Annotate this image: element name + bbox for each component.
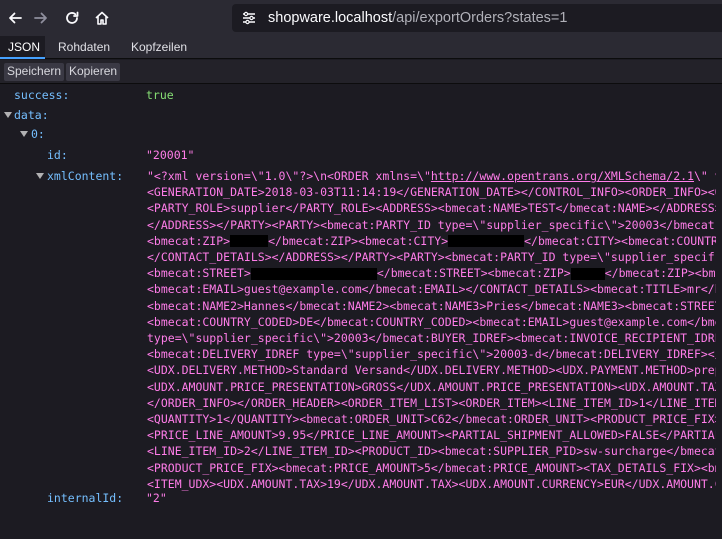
redacted-block: [230, 235, 269, 248]
xml-text: </CONTACT_DETAILS></ADDRESS></PARTY><PAR…: [147, 250, 715, 264]
copy-button[interactable]: Kopieren: [66, 63, 121, 81]
xml-line: <UDX.DELIVERY.METHOD>Standard Versand</U…: [147, 362, 722, 378]
tab-json[interactable]: JSON: [0, 36, 45, 59]
xml-line: </ADDRESS></PARTY><PARTY><bmecat:PARTY_I…: [147, 217, 715, 233]
xml-text: <bmecat:COUNTRY_CODED>DE</bmecat:COUNTRY…: [147, 314, 722, 329]
url-host: shopware.localhost: [268, 10, 393, 26]
json-value-string: "2": [146, 491, 167, 505]
json-key: success:: [14, 88, 70, 102]
xml-text: <bmecat:STREET>: [147, 266, 251, 281]
site-info-icon[interactable]: [241, 10, 257, 26]
xml-line: </CONTACT_DETAILS></ADDRESS></PARTY><PAR…: [147, 249, 715, 265]
xml-line: "<?xml version=\"1.0\"?>\n<ORDER xmlns=\…: [147, 168, 722, 184]
xml-text: <ITEM_UDX><UDX.AMOUNT.TAX>19</UDX.AMOUNT…: [147, 476, 722, 491]
save-button[interactable]: Speichern: [4, 63, 65, 81]
xml-text: <bmecat:EMAIL>guest@example.com</bmecat:…: [147, 282, 722, 297]
xml-text: <PRODUCT_PRICE_FIX><bmecat:PRICE_AMOUNT>…: [147, 460, 722, 475]
xml-text: </bmecat:STREET><bmecat:ZIP>: [376, 266, 571, 281]
xml-text: </bmecat:ZIP><bmecat:CITY>: [268, 233, 449, 248]
xml-line: <PRICE_LINE_AMOUNT>9.95</PRICE_LINE_AMOU…: [147, 427, 722, 443]
json-key: id:: [47, 148, 68, 162]
xml-text: <UDX.DELIVERY.METHOD>Standard Versand</U…: [147, 363, 722, 378]
xml-text: <GENERATION_DATE>2018-03-03T11:14:19</GE…: [147, 185, 722, 200]
tab-raw-data[interactable]: Rohdaten: [50, 36, 118, 59]
redacted-block: [448, 235, 525, 248]
xml-text: <LINE_ITEM_ID>2</LINE_ITEM_ID><PRODUCT_I…: [147, 444, 722, 459]
xml-line: </ORDER_INFO></ORDER_HEADER><ORDER_ITEM_…: [147, 395, 722, 411]
json-value-string: "20001": [146, 148, 195, 162]
xml-line: <UDX.AMOUNT.PRICE_PRESENTATION>GROSS</UD…: [147, 379, 722, 395]
reload-button[interactable]: [57, 3, 87, 33]
xml-text: <PARTY_ROLE>supplier</PARTY_ROLE><ADDRES…: [147, 201, 722, 216]
redacted-block: [570, 267, 605, 280]
xml-text: </bmecat:ZIP><bme: [604, 266, 722, 281]
xml-text: <bmecat:NAME2>Hannes</bmecat:NAME2><bmec…: [147, 298, 722, 313]
twisty-expanded-icon[interactable]: [36, 173, 44, 179]
xml-text: </ADDRESS></PARTY><PARTY><bmecat:PARTY_I…: [147, 217, 715, 232]
json-key: internalId:: [47, 491, 124, 505]
xml-text: "<?xml version=\"1.0\"?>\n<ORDER xmlns=\…: [147, 169, 431, 183]
xml-line: <bmecat:EMAIL>guest@example.com</bmecat:…: [147, 281, 722, 297]
address-bar[interactable]: shopware.localhost/api/exportOrders?stat…: [232, 4, 722, 32]
reload-icon: [66, 11, 79, 24]
xml-line: <PRODUCT_PRICE_FIX><bmecat:PRICE_AMOUNT>…: [147, 460, 722, 476]
xml-text: <QUANTITY>1</QUANTITY><bmecat:ORDER_UNIT…: [147, 412, 722, 426]
xml-text: <PRICE_LINE_AMOUNT>9.95</PRICE_LINE_AMOU…: [147, 428, 722, 443]
twisty-expanded-icon[interactable]: [20, 131, 28, 137]
scrollbar[interactable]: [716, 85, 722, 539]
xml-text: <bmecat:DELIVERY_IDREF type=\"supplier_s…: [147, 347, 722, 362]
json-key: 0:: [31, 127, 45, 141]
xml-line: <bmecat:NAME2>Hannes</bmecat:NAME2><bmec…: [147, 298, 722, 314]
xml-line: <bmecat:STREET> </bmecat:STREET><bmecat:Z…: [147, 265, 722, 281]
arrow-right-icon: [34, 12, 47, 24]
json-value-bool: true: [146, 88, 174, 102]
forward-button[interactable]: [26, 3, 56, 33]
redacted-block: [250, 267, 377, 280]
url-path: /api/exportOrders?states=1: [392, 10, 568, 26]
twisty-expanded-icon[interactable]: [4, 112, 12, 118]
xml-text: </ORDER_INFO></ORDER_HEADER><ORDER_ITEM_…: [147, 395, 722, 410]
xml-line: <PARTY_ROLE>supplier</PARTY_ROLE><ADDRES…: [147, 200, 722, 216]
xml-line: <bmecat:DELIVERY_IDREF type=\"supplier_s…: [147, 346, 722, 362]
xml-line: <ITEM_UDX><UDX.AMOUNT.TAX>19</UDX.AMOUNT…: [147, 476, 722, 492]
json-key: data:: [14, 108, 49, 122]
tab-headers[interactable]: Kopfzeilen: [123, 36, 195, 59]
json-key: xmlContent:: [47, 169, 124, 183]
home-button[interactable]: [87, 3, 117, 33]
json-tree: success: true data: 0: id: "20001" xmlCo…: [0, 85, 722, 539]
xml-text: <UDX.AMOUNT.PRICE_PRESENTATION>GROSS</UD…: [147, 379, 722, 394]
home-icon: [95, 11, 109, 25]
browser-toolbar: shopware.localhost/api/exportOrders?stat…: [0, 0, 722, 36]
xml-line: <bmecat:COUNTRY_CODED>DE</bmecat:COUNTRY…: [147, 314, 722, 330]
xml-line: <bmecat:ZIP> </bmecat:ZIP><bmecat:CITY> </…: [147, 233, 722, 249]
xml-text: <bmecat:ZIP>: [147, 233, 231, 248]
xml-line: type=\"supplier_specific\">20003</bmecat…: [147, 330, 722, 346]
xml-line: <GENERATION_DATE>2018-03-03T11:14:19</GE…: [147, 184, 722, 200]
viewer-tabs: JSON Rohdaten Kopfzeilen: [0, 36, 722, 59]
xml-link[interactable]: http://www.opentrans.org/XMLSchema/2.1: [431, 169, 694, 183]
arrow-left-icon: [9, 12, 22, 24]
xml-line: <LINE_ITEM_ID>2</LINE_ITEM_ID><PRODUCT_I…: [147, 443, 722, 459]
viewer-toolbar: Speichern Kopieren: [0, 60, 722, 84]
xml-line: <QUANTITY>1</QUANTITY><bmecat:ORDER_UNIT…: [147, 411, 722, 427]
url-text: shopware.localhost/api/exportOrders?stat…: [268, 10, 567, 26]
xml-text: </bmecat:CITY><bmecat:COUNTRY: [524, 233, 722, 248]
xml-text: type=\"supplier_specific\">20003</bmecat…: [147, 331, 722, 345]
